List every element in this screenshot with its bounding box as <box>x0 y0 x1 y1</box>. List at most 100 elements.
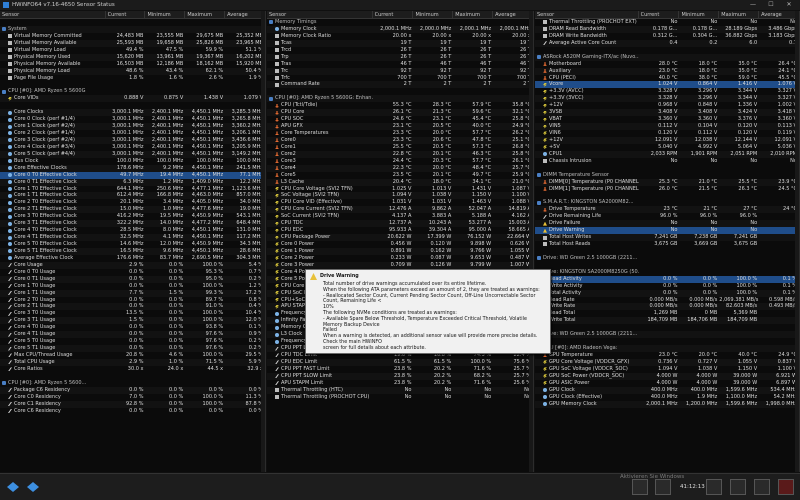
sensor-group-header[interactable]: Drive: KINGSTON SA2000M8250G (50... <box>535 269 799 276</box>
sensor-row[interactable]: Core4 22.3 °C 20.0 °C 48.4 °C 25.7 °C <box>267 164 533 172</box>
report-icon[interactable] <box>632 479 648 495</box>
sensor-row[interactable]: Trp 26 T 26 T 26 T 26 T <box>267 53 533 61</box>
sensor-row[interactable]: CPU EDC 95.933 A 39.304 A 95.000 A 58.665 A <box>267 227 533 234</box>
sensor-row[interactable]: Core 3 Power 0.709 W 0.126 W 9.799 W 1.007 W <box>267 261 533 269</box>
sensor-row[interactable]: Virtual Memory Available 25,593 MB 19,658 … <box>0 39 265 47</box>
column-header-maximum[interactable]: Maximum <box>719 11 760 18</box>
column-header-minimum[interactable]: Minimum <box>679 11 720 18</box>
sensor-row[interactable]: Core 0 T0 Usage 0.0 % 0.0 % 95.3 % 0.7 % <box>0 269 265 276</box>
sensor-row[interactable]: Core 0 T1 Usage 0.0 % 0.0 % 95.0 % 0.2 % <box>0 275 265 283</box>
sensor-row[interactable]: Core 5 Clock (perf #4/4) 3,000.1 MHz 2,400… <box>0 150 265 158</box>
sensor-row[interactable]: Core 2 T1 Effective Clock 15.0 MHz 1.0 MHz… <box>0 206 265 214</box>
sensor-row[interactable]: Core 3 T0 Usage 13.5 % 0.0 % 100.0 % 10.4 % <box>0 310 265 317</box>
sensor-row[interactable]: Core 1 T0 Usage 0.0 % 0.0 % 100.0 % 1.2 % <box>0 283 265 290</box>
close-button[interactable]: ✕ <box>780 0 798 10</box>
sensor-row[interactable]: Memory Clock 2,000.1 MHz 2,000.0 MHz 2,000.… <box>267 25 533 33</box>
sensor-row[interactable]: DIMM[0] Temperature (P0 CHANNEL... 25.3 °… <box>535 178 799 186</box>
sensor-row[interactable]: Core 2 Power 0.233 W 0.087 W 9.653 W 0.487 W <box>267 255 533 262</box>
sensor-row[interactable]: Physical Memory Used 15,620 MB 13,961 MB 19… <box>0 53 265 61</box>
sensor-row[interactable]: Drive Warning No No No <box>535 227 799 235</box>
sensor-row[interactable]: Core C6 Residency 0.0 % 0.0 % 0.0 % 0.0 % <box>0 408 265 415</box>
sensor-row[interactable]: Thermal Throttling (PROCHOT CPU) No No No No <box>267 394 533 401</box>
sensor-row[interactable]: Core 3 Clock (perf #2/4) 3,000.1 MHz 2,400… <box>0 136 265 144</box>
sensor-row[interactable]: Drive Failure No No No <box>535 220 799 228</box>
sensor-row[interactable]: Core 4 T1 Effective Clock 32.5 MHz 4.1 MHz… <box>0 234 265 241</box>
sensor-row[interactable]: Core 5 T1 Usage 0.0 % 0.0 % 97.6 % 0.2 % <box>0 345 265 352</box>
sensor-row[interactable]: Core VIDs 0.888 V 0.875 V 1.438 V 1.079 V <box>0 95 265 103</box>
sensor-row[interactable]: Package C6 Residency 0.0 % 0.0 % 0.0 % 0.0 % <box>0 386 265 394</box>
sensor-row[interactable]: CPU Core 26.1 °C 21.3 °C 59.6 °C 32.1 °C <box>267 109 533 117</box>
network-icon[interactable] <box>655 479 671 495</box>
sensor-row[interactable]: Core 1 T1 Effective Clock 612.4 MHz 166.8 … <box>0 192 265 200</box>
sensor-row[interactable]: Core 0 T1 Effective Clock 6.3 MHz 1.2 MHz 1… <box>0 178 265 186</box>
scrollbar[interactable] <box>529 11 533 472</box>
sensor-row[interactable]: Command Rate 2 T 2 T 2 T 2 T <box>267 81 533 89</box>
sensor-row[interactable]: Motherboard 28.0 °C 18.0 °C 35.0 °C 26.4 °C <box>535 61 799 68</box>
sensor-row[interactable]: VIN6 0.120 V 0.112 V 0.120 V 0.119 V <box>535 130 799 137</box>
sensor-row[interactable]: Core 4 T0 Usage 0.0 % 0.0 % 93.8 % 0.1 % <box>0 324 265 331</box>
sensor-row[interactable]: Core 1 T1 Usage 7.7 % 1.5 % 99.3 % 17.2 % <box>0 289 265 297</box>
sensor-row[interactable]: +3.3V (AVCC) 3.328 V 3.296 V 3.344 V 3.327 V <box>535 88 799 95</box>
sensor-panel-3[interactable]: Sensor Current Minimum Maximum Average Therma… <box>535 11 800 472</box>
column-header-minimum[interactable]: Minimum <box>145 11 186 18</box>
sensor-group-header[interactable]: DIMM Temperature Sensor <box>535 172 799 179</box>
sensor-row[interactable]: Core 0 Clock (perf #1/4) 3,000.1 MHz 2,400… <box>0 116 265 123</box>
column-header-current[interactable]: Current <box>106 11 146 18</box>
sensor-row[interactable]: Core1 25.5 °C 20.5 °C 57.3 °C 26.8 °C <box>267 144 533 151</box>
column-header-maximum[interactable]: Maximum <box>453 11 494 18</box>
sensor-group-header[interactable]: System <box>0 25 265 33</box>
column-header-sensor[interactable]: Sensor <box>0 11 106 18</box>
sensor-row[interactable]: Core 3 T1 Effective Clock 322.2 MHz 14.0 M… <box>0 220 265 228</box>
sensor-row[interactable]: Core 2 T1 Usage 0.0 % 0.0 % 91.0 % 0.4 % <box>0 303 265 311</box>
sensor-row[interactable]: Core C0 Residency 7.0 % 0.0 % 100.0 % 11.3 % <box>0 394 265 401</box>
sensor-row[interactable]: Page File Usage 1.8 % 1.6 % 2.6 % 1.9 % <box>0 75 265 82</box>
sensor-row[interactable]: Core 4 Clock (perf #3/4) 3,000.1 MHz 2,400… <box>0 144 265 151</box>
sensor-row[interactable]: CPU Core VID (Effective) 1.031 V 1.031 V 1.… <box>267 199 533 206</box>
sensor-row[interactable]: Core 5 T1 Effective Clock 16.5 MHz 9.6 MHz… <box>0 247 265 255</box>
sensor-row[interactable]: Drive Temperature 23 °C 21 °C 27 °C 24 °C <box>535 206 799 214</box>
sensor-row[interactable]: Core5 23.5 °C 20.1 °C 49.7 °C 25.9 °C <box>267 172 533 179</box>
sensor-row[interactable]: Max CPU/Thread Usage 20.8 % 4.6 % 100.0 % 29… <box>0 352 265 359</box>
column-header-sensor[interactable]: Sensor <box>267 11 373 18</box>
column-header-sensor[interactable]: Sensor <box>535 11 639 18</box>
sensor-group-header[interactable]: CPU [#0]: AMD Ryzen 5 5600G: Enhan... <box>267 95 533 103</box>
sensor-row[interactable]: DRAM Write Bandwidth 0.312 G... 0.304 G...… <box>535 33 799 40</box>
scroll-left-button[interactable] <box>4 479 22 495</box>
sensor-row[interactable]: CPU Core Voltage (SVI2 TFN) 1.025 V 1.013 … <box>267 186 533 193</box>
sensor-row[interactable]: Total Host Reads 3,675 GB 3,669 GB 3,675 GB <box>535 241 799 248</box>
sensor-row[interactable]: Core0 23.3 °C 20.6 °C 47.8 °C 25.1 °C <box>267 136 533 144</box>
sensor-row[interactable]: Core 0 T0 Effective Clock 49.7 MHz 19.4 MH… <box>0 171 265 179</box>
sensor-row[interactable]: APU GFX 23.1 °C 20.5 °C 40.0 °C 24.9 °C <box>267 123 533 130</box>
sensor-row[interactable]: GPU SoC Voltage (VDDCR_SOC) 1.094 V 1.038 … <box>535 366 799 373</box>
sensor-row[interactable]: Virtual Memory Committed 24,483 MB 23,555 … <box>0 33 265 40</box>
sensor-row[interactable]: Write Activity 0.0 % 0.0 % 100.0 % 0.1 % <box>535 283 799 290</box>
column-header-average[interactable]: Average <box>759 11 799 18</box>
sensor-row[interactable]: Core C1 Residency 92.8 % 0.0 % 100.0 % 87.8 … <box>0 400 265 408</box>
sensor-row[interactable]: GPU Clock 400.0 MHz 400.0 MHz 1,599.6 MHz 53… <box>535 386 799 394</box>
sensor-row[interactable]: Vcore 1.024 V 0.864 V 1.416 V 1.076 V <box>535 81 799 89</box>
sensor-row[interactable]: CPU PPT SLOW Limit 23.8 % 20.2 % 68.2 % 25.7… <box>267 372 533 380</box>
sensor-row[interactable]: +12V 0.968 V 0.848 V 1.336 V 1.002 V <box>535 102 799 109</box>
sensor-row[interactable]: Core Effective Clocks 178.6 MHz 9.2 MHz 4,4… <box>0 164 265 172</box>
sensor-row[interactable]: Virtual Memory Load 49.4 % 47.5 % 59.9 % 51.… <box>0 47 265 54</box>
sensor-panel-1[interactable]: Sensor Current Minimum Maximum Average System… <box>0 11 266 472</box>
column-header-current[interactable]: Current <box>373 11 414 18</box>
sensor-row[interactable]: Core 1 Clock (perf #2/4) 3,000.1 MHz 2,400… <box>0 123 265 130</box>
sensor-row[interactable]: Thermal Throttling (HTC) No No No No <box>267 386 533 394</box>
scrollbar[interactable] <box>261 11 265 472</box>
column-header-maximum[interactable]: Maximum <box>185 11 226 18</box>
sensor-row[interactable]: VBAT 3.360 V 3.360 V 3.376 V 3.360 V <box>535 116 799 123</box>
sensor-row[interactable]: Drive Remaining Life 96.0 % 96.0 % 96.0 % <box>535 213 799 220</box>
sensor-row[interactable]: Core 3 T1 Usage 1.5 % 0.0 % 100.0 % 12.0 % <box>0 317 265 325</box>
sensor-group-header[interactable]: Memory Timings <box>267 19 533 26</box>
sensor-row[interactable]: Core2 22.8 °C 20.1 °C 46.3 °C 25.8 °C <box>267 150 533 158</box>
sensor-group-header[interactable]: ASRock A520M Gaming-ITX/ac (Nuvo... <box>535 53 799 61</box>
sensor-row[interactable]: GPU Temperature 23.0 °C 20.0 °C 40.0 °C 24.9… <box>535 352 799 359</box>
sensor-row[interactable]: Core 1 T0 Effective Clock 644.1 MHz 250.6 … <box>0 186 265 193</box>
sensor-row[interactable]: Average Effective Clock 176.6 MHz 83.7 MHz… <box>0 255 265 262</box>
sensor-row[interactable]: CPU SOC 24.6 °C 23.1 °C 45.4 °C 25.8 °C <box>267 116 533 123</box>
sensor-row[interactable]: +12V 12.091 V 12.038 V 12.144 V 12.091 V <box>535 136 799 144</box>
sensor-row[interactable]: Trc 92 T 92 T 92 T 92 T <box>267 67 533 75</box>
sensor-group-header[interactable]: CPU [#0]: AMD Ryzen 5 5600... <box>0 380 265 387</box>
sensor-group-header[interactable]: S.M.A.R.T.: KINGSTON SA2000M82... <box>535 199 799 206</box>
